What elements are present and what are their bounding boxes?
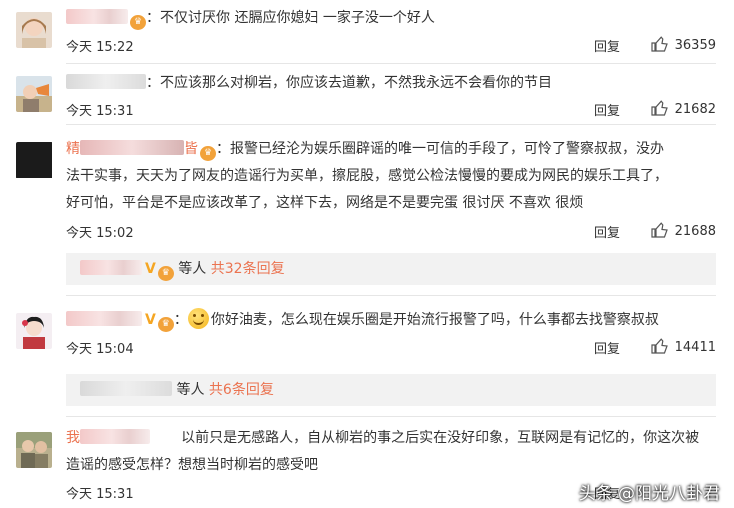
verified-icon: V xyxy=(145,312,156,328)
smile-emoji-icon xyxy=(187,308,209,329)
timestamp: 今天 15:31 xyxy=(66,104,134,119)
like-count: 21682 xyxy=(674,102,716,117)
avatar[interactable] xyxy=(16,12,52,48)
reply-button[interactable]: 回复 xyxy=(594,36,620,55)
avatar[interactable] xyxy=(16,313,52,349)
timestamp: 今天 15:04 xyxy=(66,342,134,357)
username-visible[interactable]: 精 xyxy=(66,141,80,157)
reply-count-link[interactable]: 共6条回复 xyxy=(209,382,274,398)
reply-button[interactable]: 回复 xyxy=(594,100,620,119)
divider xyxy=(66,63,716,64)
username[interactable] xyxy=(80,140,184,155)
vip-badge-icon: ♛ xyxy=(200,146,216,161)
avatar[interactable] xyxy=(16,142,53,179)
timestamp: 今天 15:22 xyxy=(66,40,134,55)
verified-icon: V xyxy=(145,261,156,277)
username-tail[interactable]: 皆 xyxy=(184,141,198,157)
thumbs-up-icon xyxy=(651,338,668,354)
username[interactable] xyxy=(80,429,150,444)
username-visible[interactable]: 我 xyxy=(66,430,80,446)
comment-text: ：不应该那么对柳岩，你应该去道歉，不然我永远不会看你的节目 xyxy=(66,70,710,97)
divider xyxy=(66,124,716,125)
username[interactable] xyxy=(66,311,142,326)
username[interactable] xyxy=(66,9,128,24)
avatar[interactable] xyxy=(16,432,52,468)
reply-summary[interactable]: V ♛ 等人 共32条回复 xyxy=(66,253,716,285)
like-button[interactable]: 14411 xyxy=(651,338,716,355)
like-count: 21688 xyxy=(674,224,716,239)
username[interactable] xyxy=(80,381,172,396)
reply-summary-prefix: 等人 xyxy=(176,382,205,398)
thumbs-up-icon xyxy=(651,222,668,238)
reply-count-link[interactable]: 共32条回复 xyxy=(211,261,285,277)
like-count: 14411 xyxy=(674,340,716,355)
comment-text: 精皆 ♛ ：报警已经沦为娱乐圈辟谣的唯一可信的手段了，可怜了警察叔叔，没办 法干实事… xyxy=(66,140,668,211)
like-button[interactable]: 21688 xyxy=(651,222,716,239)
username[interactable] xyxy=(80,260,142,275)
reply-summary[interactable]: 等人 共6条回复 xyxy=(66,374,716,406)
like-button[interactable]: 36359 xyxy=(651,36,716,53)
like-button[interactable]: 21682 xyxy=(651,100,716,117)
reply-button[interactable]: 回复 xyxy=(594,338,620,357)
comment-text: V ♛：你好油麦，怎么现在娱乐圈是开始流行报警了吗，什么事都去找警察叔叔 xyxy=(66,307,710,334)
timestamp: 今天 15:02 xyxy=(66,226,134,241)
thumbs-up-icon xyxy=(651,36,668,52)
like-count: 36359 xyxy=(674,38,716,53)
reply-button[interactable]: 回复 xyxy=(594,222,620,241)
divider xyxy=(66,295,716,296)
vip-badge-icon: ♛ xyxy=(130,15,146,30)
timestamp: 今天 15:31 xyxy=(66,487,134,502)
divider xyxy=(66,416,716,417)
comment-text: 我 以前只是无感路人，自从柳岩的事之后实在没好印象，互联网是有记忆的，你这次被 … xyxy=(66,429,700,473)
vip-badge-icon: ♛ xyxy=(157,317,174,332)
reply-summary-prefix: 等人 xyxy=(178,261,207,277)
avatar[interactable] xyxy=(16,76,52,112)
vip-badge-icon: ♛ xyxy=(157,266,174,281)
thumbs-up-icon xyxy=(651,100,668,116)
watermark: 头条 @阳光八卦君 xyxy=(578,484,720,504)
username[interactable] xyxy=(66,74,146,89)
comment-text: ♛ ：不仅讨厌你 还膈应你媳妇 一家子没一个好人 xyxy=(66,5,710,32)
